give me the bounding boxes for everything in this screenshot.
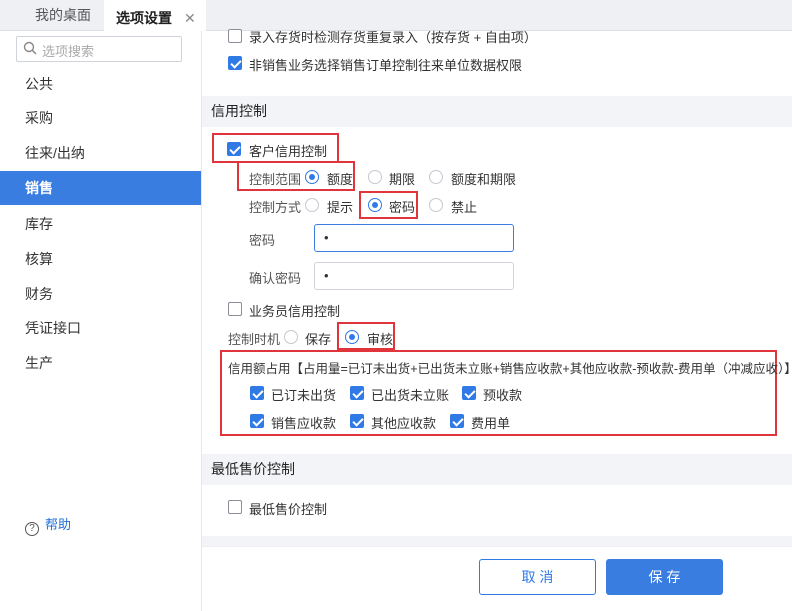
min-price-label: 最低售价控制 (249, 502, 328, 517)
salesman-credit-checkbox[interactable] (228, 302, 242, 316)
content-bottom-edge (202, 536, 792, 546)
expense-bill-label: 费用单 (471, 416, 511, 431)
sidebar-item-inventory[interactable]: 库存 (0, 207, 201, 241)
sidebar-item-production[interactable]: 生产 (0, 346, 201, 380)
expense-bill-checkbox[interactable] (450, 414, 464, 428)
sales-receivable-checkbox[interactable] (250, 414, 264, 428)
help-link[interactable]: ? 帮助 (25, 514, 71, 536)
scope-term-label: 期限 (389, 172, 416, 187)
sidebar-item-costing[interactable]: 核算 (0, 242, 201, 276)
other-receivable-label: 其他应收款 (371, 416, 437, 431)
advance-receipt-checkbox[interactable] (462, 386, 476, 400)
search-icon (23, 41, 37, 55)
scope-amount-and-term-label: 额度和期限 (451, 172, 517, 187)
check-duplicate-label: 录入存货时检测存货重复录入（按存货 + 自由项） (249, 30, 537, 45)
timing-save-label: 保存 (305, 332, 332, 347)
help-label: 帮助 (45, 517, 72, 532)
timing-approve-label: 审核 (367, 332, 394, 347)
shipped-unbilled-checkbox[interactable] (350, 386, 364, 400)
tab-my-desktop[interactable]: 我的桌面 (35, 0, 91, 31)
method-password-radio[interactable] (368, 198, 382, 212)
advance-receipt-label: 预收款 (483, 388, 523, 403)
method-password-label: 密码 (389, 200, 416, 215)
confirm-password-label: 确认密码 (249, 271, 302, 286)
scope-amount-and-term-radio[interactable] (429, 170, 443, 184)
credit-control-header: 信用控制 (202, 96, 792, 127)
tab-option-settings-label: 选项设置 (116, 10, 172, 26)
non-sales-permission-label: 非销售业务选择销售订单控制往来单位数据权限 (249, 58, 523, 73)
unshipped-order-checkbox[interactable] (250, 386, 264, 400)
min-price-header: 最低售价控制 (202, 454, 792, 485)
method-forbid-radio[interactable] (429, 198, 443, 212)
salesman-credit-label: 业务员信用控制 (249, 304, 341, 319)
control-scope-label: 控制范围 (249, 172, 302, 187)
sidebar-item-sales[interactable]: 销售 (0, 171, 201, 205)
customer-credit-label: 客户信用控制 (249, 144, 328, 159)
timing-save-radio[interactable] (284, 330, 298, 344)
sidebar-item-accounts-cashier[interactable]: 往来/出纳 (0, 136, 201, 170)
sidebar: 选项搜索 公共 采购 往来/出纳 销售 库存 核算 财务 凭证接口 生产 ? 帮助 (0, 31, 202, 611)
sales-receivable-label: 销售应收款 (271, 416, 337, 431)
sidebar-item-voucher-interface[interactable]: 凭证接口 (0, 311, 201, 345)
close-icon[interactable]: ✕ (184, 3, 196, 34)
control-timing-label: 控制时机 (228, 332, 281, 347)
shipped-unbilled-label: 已出货未立账 (371, 388, 450, 403)
check-duplicate-checkbox[interactable] (228, 29, 242, 43)
sidebar-item-public[interactable]: 公共 (0, 67, 201, 101)
customer-credit-checkbox[interactable] (227, 142, 241, 156)
other-receivable-checkbox[interactable] (350, 414, 364, 428)
tab-option-settings[interactable]: 选项设置 ✕ (104, 0, 206, 31)
min-price-checkbox[interactable] (228, 500, 242, 514)
password-label: 密码 (249, 233, 276, 248)
method-prompt-radio[interactable] (305, 198, 319, 212)
method-prompt-label: 提示 (327, 200, 354, 215)
cancel-button[interactable]: 取 消 (479, 559, 596, 595)
non-sales-permission-checkbox[interactable] (228, 56, 242, 70)
timing-approve-radio[interactable] (345, 330, 359, 344)
help-icon: ? (25, 522, 39, 536)
sidebar-item-finance[interactable]: 财务 (0, 277, 201, 311)
sidebar-item-purchase[interactable]: 采购 (0, 101, 201, 135)
scope-amount-label: 额度 (327, 172, 354, 187)
search-input[interactable]: 选项搜索 (16, 36, 182, 62)
save-button[interactable]: 保 存 (606, 559, 723, 595)
method-forbid-label: 禁止 (451, 200, 478, 215)
unshipped-order-label: 已订未出货 (271, 388, 337, 403)
password-field[interactable]: • (314, 224, 514, 252)
confirm-password-field[interactable]: • (314, 262, 514, 290)
control-method-label: 控制方式 (249, 200, 302, 215)
scope-amount-radio[interactable] (305, 170, 319, 184)
search-placeholder: 选项搜索 (42, 44, 95, 59)
footer-bar: 取 消 保 存 (202, 546, 792, 611)
scope-term-radio[interactable] (368, 170, 382, 184)
credit-occupation-label: 信用额占用【占用量=已订未出货+已出货未立账+销售应收款+其他应收款-预收款-费… (228, 362, 792, 376)
